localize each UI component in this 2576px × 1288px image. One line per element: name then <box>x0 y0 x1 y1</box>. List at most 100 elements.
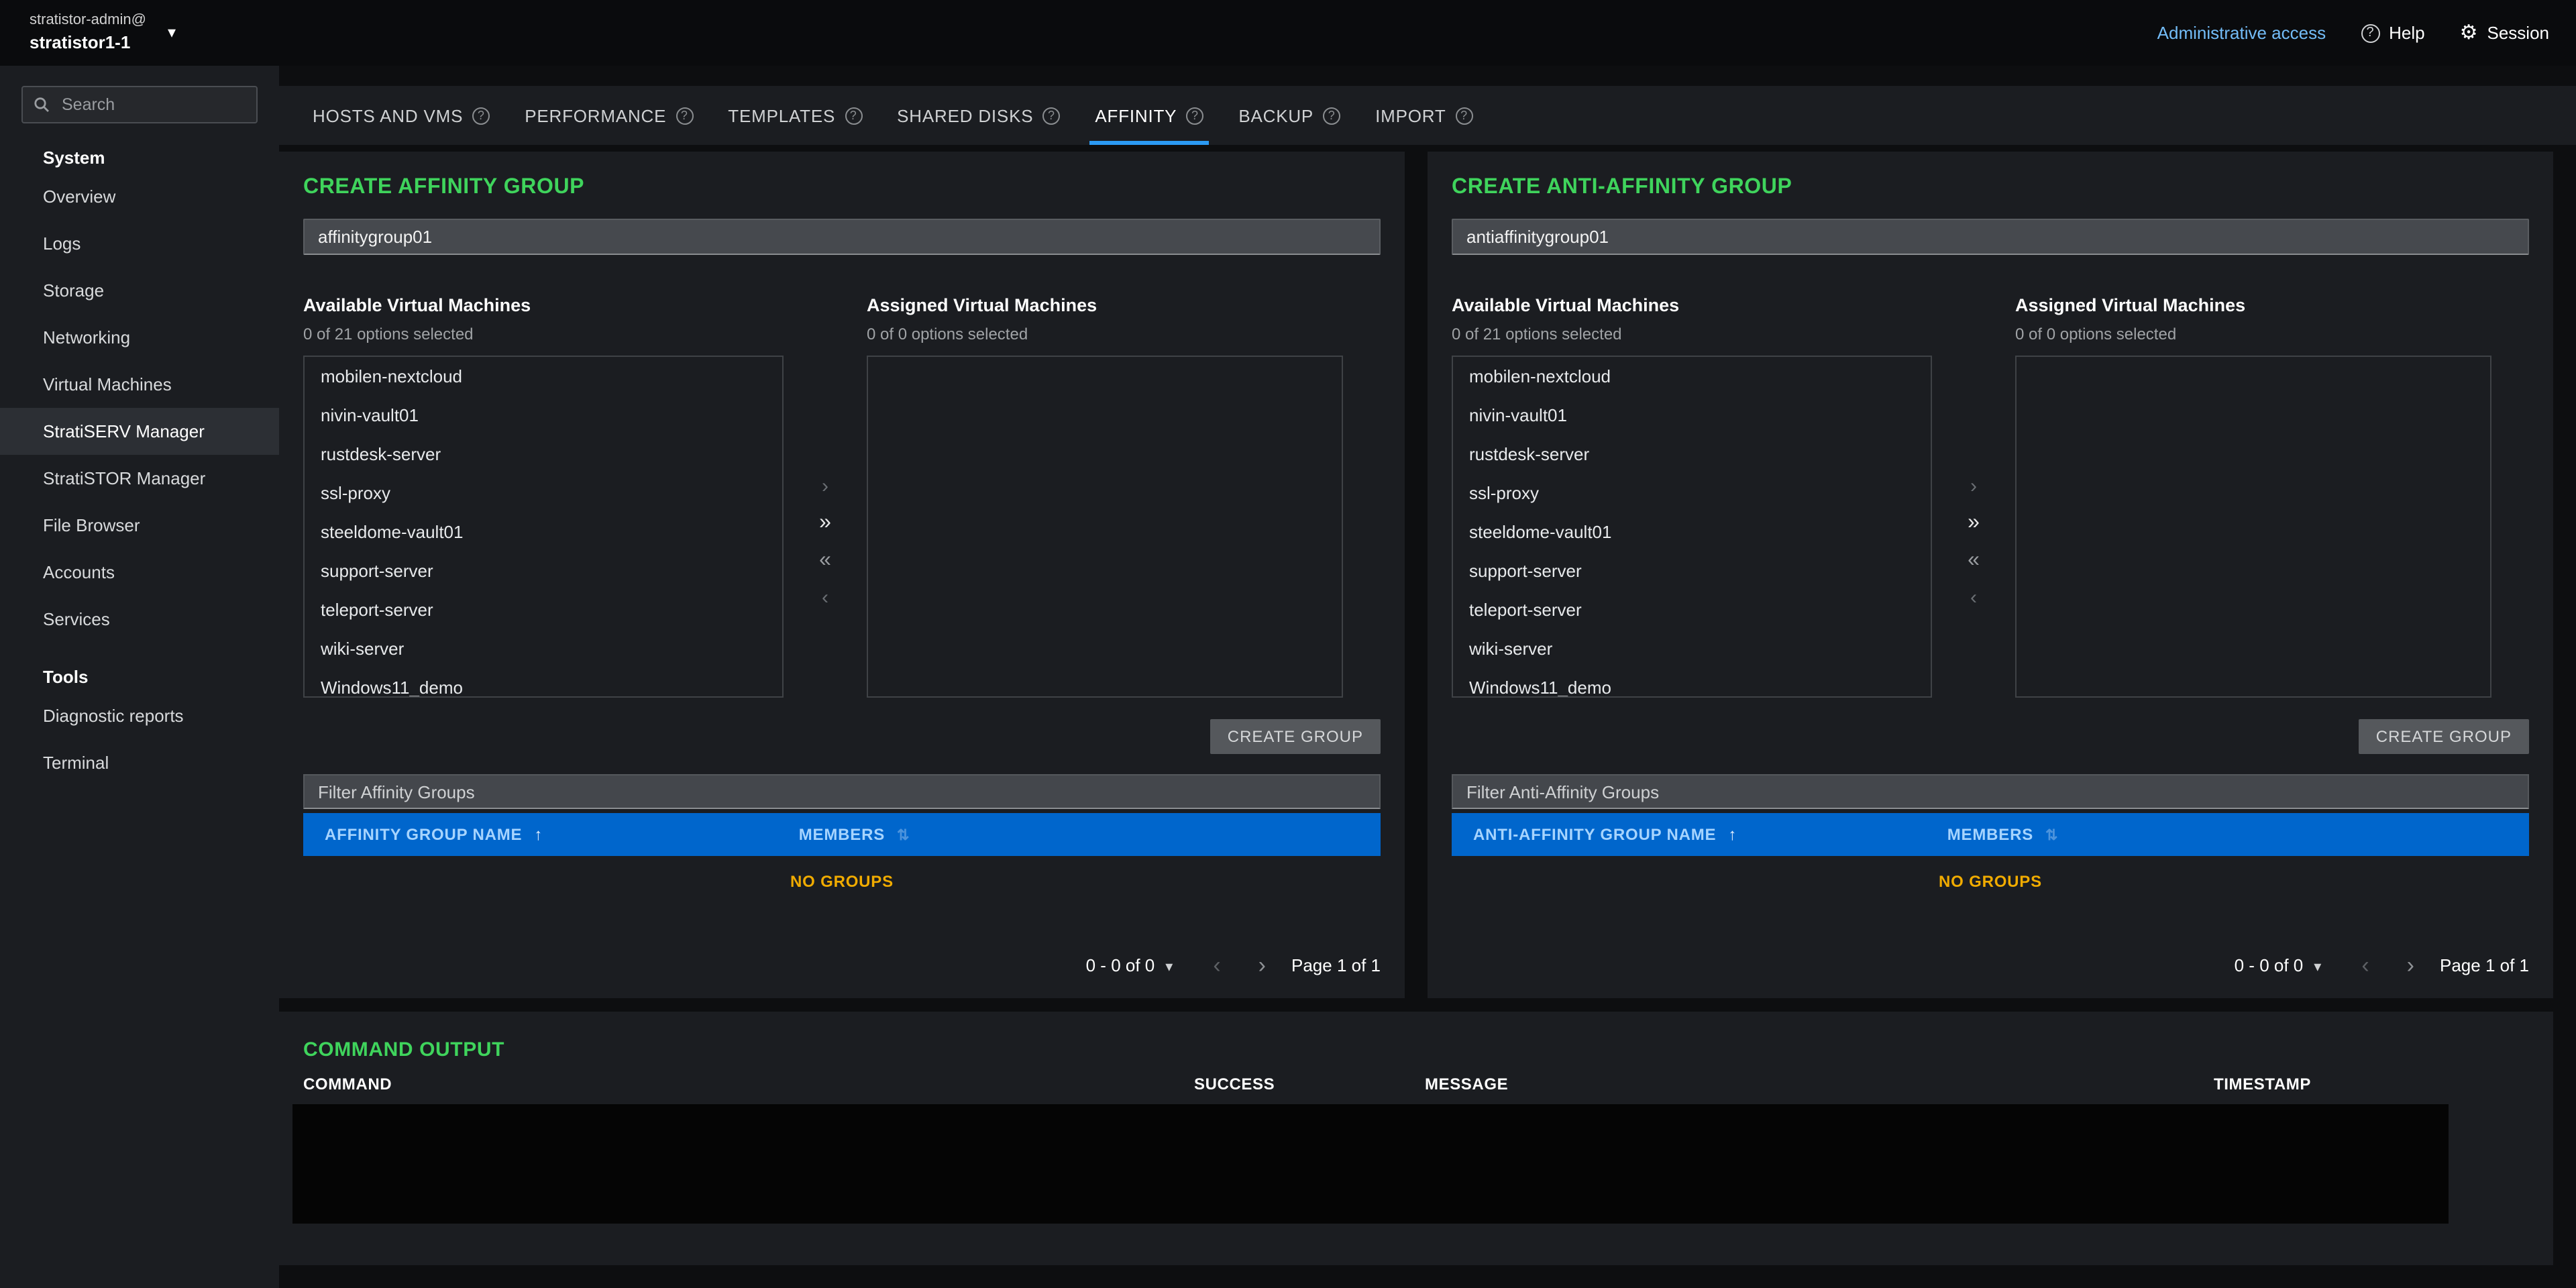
prev-page-icon <box>2361 957 2369 977</box>
vm-option[interactable]: ssl-proxy <box>305 474 782 513</box>
move-all-left-button[interactable] <box>819 549 831 571</box>
move-all-right-button[interactable] <box>1968 512 1980 533</box>
move-selected-right-button[interactable] <box>822 476 828 496</box>
pagination-range: 0 - 0 of 0 <box>1086 955 1155 975</box>
app-root: stratistor-admin@ stratistor1-1 Administ… <box>0 0 2576 1288</box>
sidebar-item[interactable]: Terminal <box>0 739 279 786</box>
prev-page-button[interactable] <box>1213 954 1220 977</box>
sidebar-item[interactable]: Accounts <box>0 549 279 596</box>
vm-option[interactable]: nivin-vault01 <box>305 396 782 435</box>
vm-option[interactable]: rustdesk-server <box>305 435 782 474</box>
main-content: HOSTS AND VMS PERFORMANCE TEMPLATES SHAR… <box>279 66 2576 1288</box>
move-selected-right-button[interactable] <box>1970 476 1977 496</box>
per-page-menu[interactable]: 0 - 0 of 0 <box>1086 955 1173 975</box>
vm-option[interactable]: mobilen-nextcloud <box>1453 357 1931 396</box>
column-header-members[interactable]: MEMBERS <box>799 825 910 844</box>
tab-backup[interactable]: BACKUP <box>1221 86 1358 145</box>
nav-list-system: OverviewLogsStorageNetworkingVirtual Mac… <box>0 173 279 643</box>
assigned-vms-label: Assigned Virtual Machines <box>867 295 1343 315</box>
info-icon[interactable] <box>1456 107 1473 124</box>
create-group-button[interactable]: CREATE GROUP <box>1210 719 1381 754</box>
double-angle-left-icon <box>1968 549 1980 570</box>
vm-option[interactable]: support-server <box>1453 551 1931 590</box>
vm-option[interactable]: teleport-server <box>1453 590 1931 629</box>
sidebar-item[interactable]: StratiSTOR Manager <box>0 455 279 502</box>
vm-option[interactable]: ssl-proxy <box>1453 474 1931 513</box>
move-selected-left-button[interactable] <box>822 587 828 607</box>
sidebar-item[interactable]: File Browser <box>0 502 279 549</box>
available-vms-list[interactable]: mobilen-nextcloudnivin-vault01rustdesk-s… <box>1452 356 1932 698</box>
info-icon[interactable] <box>676 107 693 124</box>
filter-affinity-groups-input[interactable] <box>303 774 1381 809</box>
administrative-access-link[interactable]: Administrative access <box>2157 23 2326 43</box>
sidebar-item[interactable]: StratiSERV Manager <box>0 408 279 455</box>
no-groups-message: NO GROUPS <box>1452 872 2529 891</box>
create-anti-affinity-group-button[interactable]: CREATE GROUP <box>2359 719 2529 754</box>
angle-left-icon <box>822 587 828 607</box>
vm-option[interactable]: wiki-server <box>305 629 782 668</box>
anti-affinity-group-name-input[interactable] <box>1452 219 2529 255</box>
sidebar-item[interactable]: Virtual Machines <box>0 361 279 408</box>
vm-option[interactable]: wiki-server <box>1453 629 1931 668</box>
vm-option[interactable]: steeldome-vault01 <box>1453 513 1931 551</box>
filter-anti-affinity-groups-input[interactable] <box>1452 774 2529 809</box>
affinity-group-name-input[interactable] <box>303 219 1381 255</box>
sidebar-item[interactable]: Storage <box>0 267 279 314</box>
tab-templates[interactable]: TEMPLATES <box>710 86 879 145</box>
per-page-menu[interactable]: 0 - 0 of 0 <box>2235 955 2322 975</box>
vm-option[interactable]: mobilen-nextcloud <box>305 357 782 396</box>
vm-option[interactable]: Windows11_demo <box>1453 668 1931 698</box>
help-menu[interactable]: Help <box>2361 23 2425 43</box>
tab-performance[interactable]: PERFORMANCE <box>507 86 710 145</box>
next-page-button[interactable] <box>1258 954 1266 977</box>
next-page-button[interactable] <box>2407 954 2414 977</box>
info-icon[interactable] <box>472 107 490 124</box>
assigned-vms-list[interactable] <box>2015 356 2491 698</box>
info-icon[interactable] <box>845 107 862 124</box>
vm-option[interactable]: rustdesk-server <box>1453 435 1931 474</box>
vm-option[interactable]: steeldome-vault01 <box>305 513 782 551</box>
move-selected-left-button[interactable] <box>1970 587 1977 607</box>
assigned-vms-list[interactable] <box>867 356 1343 698</box>
search-input[interactable] <box>59 94 246 115</box>
vm-option[interactable]: support-server <box>305 551 782 590</box>
nav-list-tools: Diagnostic reportsTerminal <box>0 692 279 786</box>
available-vms-column: Available Virtual Machines 0 of 21 optio… <box>303 295 784 698</box>
session-menu[interactable]: Session <box>2460 23 2549 43</box>
nav-section-tools: Tools <box>0 667 279 687</box>
gear-icon <box>2460 23 2478 43</box>
info-icon[interactable] <box>1042 107 1060 124</box>
sidebar-item[interactable]: Logs <box>0 220 279 267</box>
affinity-panel-title: CREATE AFFINITY GROUP <box>303 176 1381 200</box>
create-button-row: CREATE GROUP <box>303 719 1381 754</box>
available-vms-count: 0 of 21 options selected <box>1452 325 1932 343</box>
prev-page-button[interactable] <box>2361 954 2369 977</box>
vm-option[interactable]: teleport-server <box>305 590 782 629</box>
angle-left-icon <box>1970 587 1977 607</box>
anti-affinity-panel: CREATE ANTI-AFFINITY GROUP Available Vir… <box>1428 152 2553 998</box>
sidebar-item[interactable]: Networking <box>0 314 279 361</box>
sidebar-item[interactable]: Diagnostic reports <box>0 692 279 739</box>
info-icon[interactable] <box>1186 107 1203 124</box>
column-header-group-name[interactable]: ANTI-AFFINITY GROUP NAME <box>1452 825 1947 844</box>
info-icon[interactable] <box>1323 107 1340 124</box>
column-header-group-name[interactable]: AFFINITY GROUP NAME <box>303 825 799 844</box>
tab-hosts-and-vms[interactable]: HOSTS AND VMS <box>295 86 507 145</box>
move-all-right-button[interactable] <box>819 512 831 533</box>
user-session-dropdown[interactable]: stratistor-admin@ stratistor1-1 <box>30 11 176 55</box>
vm-option[interactable]: Windows11_demo <box>305 668 782 698</box>
available-vms-list[interactable]: mobilen-nextcloudnivin-vault01rustdesk-s… <box>303 356 784 698</box>
anti-affinity-panel-title: CREATE ANTI-AFFINITY GROUP <box>1452 176 2529 200</box>
tab-shared-disks[interactable]: SHARED DISKS <box>879 86 1077 145</box>
tab-affinity[interactable]: AFFINITY <box>1077 86 1221 145</box>
transfer-controls <box>1932 372 2015 711</box>
vm-option[interactable]: nivin-vault01 <box>1453 396 1931 435</box>
command-output-log[interactable] <box>292 1104 2449 1224</box>
sidebar-item[interactable]: Services <box>0 596 279 643</box>
create-button-row: CREATE GROUP <box>1452 719 2529 754</box>
tab-import[interactable]: IMPORT <box>1358 86 1490 145</box>
move-all-left-button[interactable] <box>1968 549 1980 571</box>
sort-icon <box>897 825 910 844</box>
column-header-members[interactable]: MEMBERS <box>1947 825 2059 844</box>
sidebar-item[interactable]: Overview <box>0 173 279 220</box>
